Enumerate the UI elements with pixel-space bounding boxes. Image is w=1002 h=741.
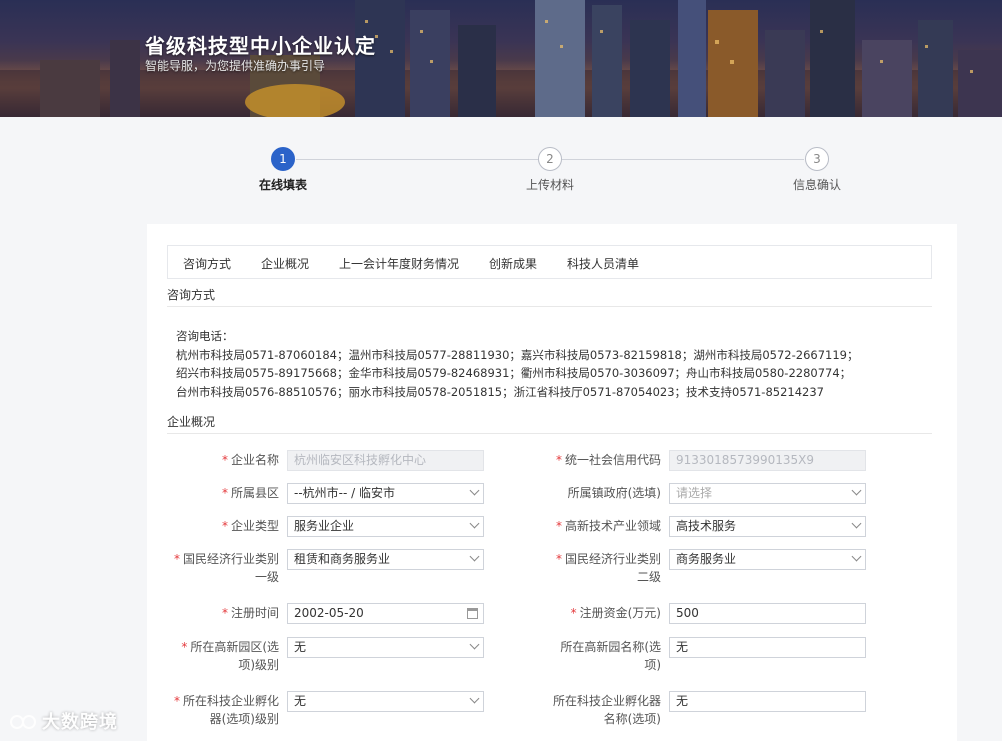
tab-company-overview[interactable]: 企业概况 [261,255,309,272]
consult-line: 台州市科技局0576-88510576；丽水市科技局0578-2051815；浙… [176,384,824,399]
chevron-down-icon [469,485,480,496]
park-level-select[interactable]: 无 [287,637,484,658]
step-connector [562,159,804,160]
divider [167,306,932,307]
company-type-select[interactable]: 服务业企业 [287,516,484,537]
credit-code-field[interactable]: 91330185739901​35X9 [669,450,866,471]
incubator-level-select[interactable]: 无 [287,691,484,712]
company-type-label: * 企业类型 [221,519,279,533]
form-card: 咨询方式 企业概况 上一会计年度财务情况 创新成果 科技人员清单 咨询方式 咨询… [147,224,957,741]
tab-consult[interactable]: 咨询方式 [183,255,231,272]
company-name-label: * 企业名称 [221,453,279,467]
consult-line: 绍兴市科技局0575-89175668；金华市科技局0579-82468931；… [176,366,852,380]
town-gov-label: 所属镇政府(选填) [567,486,661,500]
tab-staff-list[interactable]: 科技人员清单 [567,255,639,272]
header-banner: 省级科技型中小企业认定 智能导服，为您提供准确办事引导 [0,0,1002,117]
incubator-name-input[interactable]: 无 [669,691,866,712]
hightech-field-label: * 高新技术产业领域 [555,519,661,533]
incubator-level-label: * 所在科技企业孵化 器(选项)级别 [173,694,279,726]
hightech-field-select[interactable]: 高技术服务 [669,516,866,537]
consult-heading: 咨询电话： [176,329,234,343]
town-gov-select[interactable]: 请选择 [669,483,866,504]
tab-innovation[interactable]: 创新成果 [489,255,537,272]
reg-capital-label: * 注册资金(万元) [570,606,661,620]
calendar-icon[interactable] [467,608,478,619]
step-connector [296,159,538,160]
industry-l1-label: * 国民经济行业类别 一级 [173,552,279,584]
reg-capital-input[interactable]: 500 [669,603,866,624]
industry-l1-select[interactable]: 租赁和商务服务业 [287,549,484,570]
county-select[interactable]: --杭州市-- / 临安市 [287,483,484,504]
incubator-name-label: 所在科技企业孵化器 名称(选项) [552,694,661,726]
reg-date-picker[interactable]: 2002-05-20 [287,603,484,624]
progress-steps: 1 在线填表 2 上传材料 3 信息确认 [0,117,1002,217]
park-name-input[interactable]: 无 [669,637,866,658]
chevron-down-icon [469,551,480,562]
step-1-indicator: 1 [271,147,295,171]
page-subtitle: 智能导服，为您提供准确办事引导 [145,59,326,73]
step-2-label: 上传材料 [526,178,575,192]
consult-phones: 咨询电话： 杭州市科技局0571-87060184；温州市科技局0577-288… [176,327,858,401]
tab-finance[interactable]: 上一会计年度财务情况 [339,255,459,272]
divider [167,433,932,434]
county-label: * 所属县区 [221,486,279,500]
section-title-company: 企业概况 [167,415,216,429]
park-name-label: 所在高新园名称(选 项) [560,640,661,672]
consult-line: 杭州市科技局0571-87060184；温州市科技局0577-28811930；… [176,347,859,362]
credit-code-label: * 统一社会信用代码 [555,453,661,467]
industry-l2-label: * 国民经济行业类别 二级 [555,552,661,584]
section-title-consult: 咨询方式 [167,288,216,302]
industry-l2-select[interactable]: 商务服务业 [669,549,866,570]
chevron-down-icon [469,693,480,704]
section-tabs: 咨询方式 企业概况 上一会计年度财务情况 创新成果 科技人员清单 [167,245,932,279]
watermark-logo-icon [10,715,36,729]
watermark: 大数跨境 [10,708,118,734]
step-1-label: 在线填表 [259,178,308,192]
page-title: 省级科技型中小企业认定 [145,34,376,58]
reg-date-label: * 注册时间 [221,606,279,620]
step-2-indicator: 2 [538,147,562,171]
chevron-down-icon [469,518,480,529]
chevron-down-icon [851,485,862,496]
chevron-down-icon [851,551,862,562]
park-level-label: * 所在高新园区(选 项)级别 [181,640,279,672]
company-name-field[interactable]: 杭州临安区科技孵化中心 [287,450,484,471]
chevron-down-icon [851,518,862,529]
step-3-label: 信息确认 [793,178,842,192]
step-3-indicator: 3 [805,147,829,171]
chevron-down-icon [469,639,480,650]
